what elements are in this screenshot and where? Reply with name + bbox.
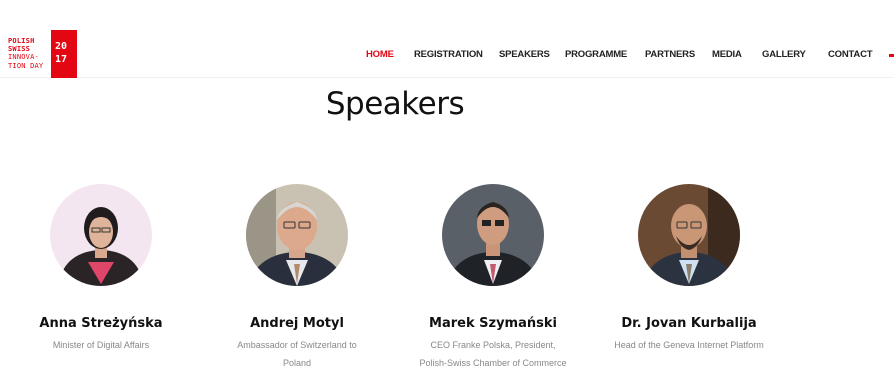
speaker-role: Ambassador of Switzerland to Poland	[237, 340, 357, 368]
speaker-photo[interactable]	[50, 184, 152, 286]
speaker-card[interactable]: Anna Streżyńska Minister of Digital Affa…	[6, 184, 196, 355]
speaker-card[interactable]: Dr. Jovan Kurbalija Head of the Geneva I…	[594, 184, 784, 355]
nav-item-media[interactable]: MEDIA	[712, 49, 742, 60]
logo-year-top: 20	[55, 41, 68, 52]
speaker-card[interactable]: Marek Szymański CEO Franke Polska, Presi…	[398, 184, 588, 372]
logo-year-bottom: 17	[55, 54, 68, 65]
logo-line-innova: INNOVA-	[8, 53, 39, 62]
nav-item-speakers[interactable]: SPEAKERS	[499, 49, 550, 60]
speaker-photo[interactable]	[638, 184, 740, 286]
logo-line-swiss: SWISS	[8, 45, 31, 54]
logo-wordmark: POLISH SWISS INNOVA- TION DAY	[8, 37, 43, 70]
speaker-name: Andrej Motyl	[250, 316, 344, 331]
logo-line-polish: POLISH	[8, 37, 35, 45]
speaker-photo-jovan	[638, 184, 740, 286]
nav-item-registration[interactable]: REGISTRATION	[414, 49, 483, 60]
nav-item-home[interactable]: HOME	[366, 49, 394, 60]
site-header: POLISH SWISS INNOVA- TION DAY 20 17 HOME…	[0, 0, 894, 78]
speaker-role: Head of the Geneva Internet Platform	[614, 340, 764, 350]
logo-line-tion-day: TION DAY	[8, 61, 44, 70]
nav-item-contact[interactable]: CONTACT	[828, 49, 873, 60]
page-title: Speakers	[325, 86, 465, 122]
nav-overflow-indicator[interactable]	[889, 54, 894, 57]
nav-item-gallery[interactable]: GALLERY	[762, 49, 806, 60]
speaker-photo[interactable]	[246, 184, 348, 286]
nav-item-partners[interactable]: PARTNERS	[645, 49, 695, 60]
speaker-name: Anna Streżyńska	[39, 316, 163, 331]
speaker-name: Marek Szymański	[429, 316, 557, 331]
speaker-photo-marek	[442, 184, 544, 286]
speaker-role: Minister of Digital Affairs	[52, 340, 150, 350]
site-logo[interactable]: POLISH SWISS INNOVA- TION DAY 20 17	[8, 30, 78, 78]
speaker-role: CEO Franke Polska, President, Polish-Swi…	[419, 340, 567, 368]
speaker-photo-anna	[50, 184, 152, 286]
speaker-photo[interactable]	[442, 184, 544, 286]
logo-year-block: 20 17	[51, 30, 77, 78]
nav-item-programme[interactable]: PROGRAMME	[565, 49, 627, 60]
speaker-card[interactable]: Andrej Motyl Ambassador of Switzerland t…	[202, 184, 392, 372]
speaker-name: Dr. Jovan Kurbalija	[621, 316, 757, 331]
speaker-photo-andrej	[246, 184, 348, 286]
